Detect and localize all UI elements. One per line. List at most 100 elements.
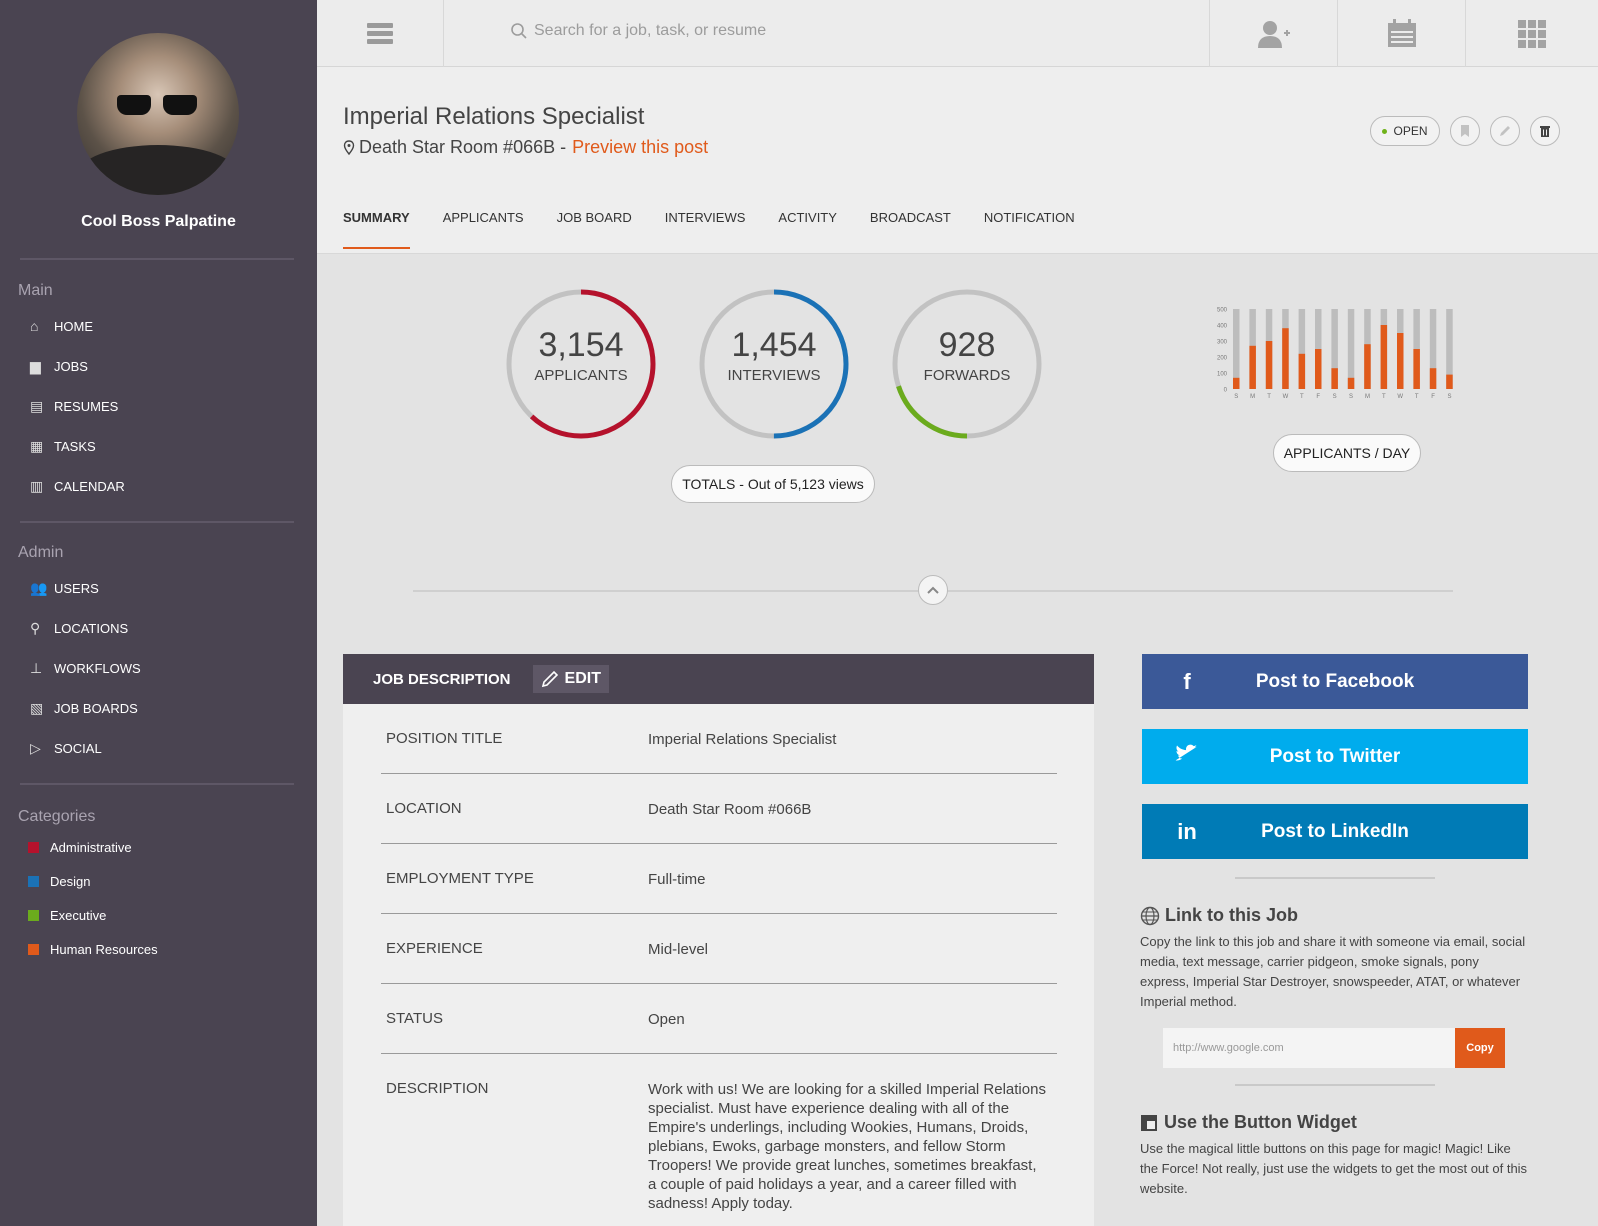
row-value: Death Star Room #066B [648, 801, 812, 818]
bar-value [1233, 377, 1240, 389]
search-bar [510, 22, 954, 40]
tab-job-board[interactable]: JOB BOARD [557, 210, 632, 239]
sidebar: Cool Boss Palpatine Main ⌂ HOME ▆ JOBS ▤ RE… [0, 0, 317, 1226]
link-to-job-title: Link to this Job [1165, 905, 1298, 925]
sidebar-item-label: WORKFLOWS [54, 660, 141, 676]
category-executive[interactable]: Executive [28, 908, 106, 923]
pencil-icon [1500, 126, 1510, 136]
interviews-stat[interactable]: 1,454 INTERVIEWS [698, 288, 850, 440]
tab-broadcast[interactable]: BROADCAST [870, 210, 951, 239]
sidebar-item-label: TASKS [54, 438, 96, 454]
sidebar-divider [20, 521, 294, 523]
section-divider [1235, 1084, 1435, 1086]
row-value: Mid-level [648, 941, 709, 958]
sidebar-item-social[interactable]: ▷ SOCIAL [30, 738, 102, 758]
add-user-icon [1257, 20, 1290, 48]
bookmark-icon [1461, 125, 1469, 137]
copy-button[interactable]: Copy [1455, 1028, 1505, 1068]
preview-post-link[interactable]: Preview this post [572, 137, 708, 158]
sidebar-item-jobs[interactable]: ▆ JOBS [30, 356, 88, 376]
x-tick-label: T [1300, 394, 1304, 400]
bar-value [1265, 341, 1273, 389]
search-input[interactable] [534, 22, 954, 40]
search-icon [511, 23, 527, 39]
menu-button[interactable] [317, 0, 444, 67]
linkedin-icon: in [1177, 818, 1197, 844]
applicants-stat[interactable]: 3,154 APPLICANTS [505, 288, 657, 440]
interviews-label: INTERVIEWS [727, 367, 821, 384]
category-administrative[interactable]: Administrative [28, 840, 132, 855]
interviews-count: 1,454 [731, 326, 817, 364]
category-swatch [28, 910, 39, 921]
tab-notification[interactable]: NOTIFICATION [984, 210, 1075, 239]
edit-description-button[interactable]: EDIT [532, 665, 609, 693]
table-row: STATUS Open [381, 984, 1057, 1054]
sidebar-item-resumes[interactable]: ▤ RESUMES [30, 396, 118, 416]
forwards-stat[interactable]: 928 FORWARDS [891, 288, 1043, 440]
sidebar-item-home[interactable]: ⌂ HOME [30, 316, 93, 336]
totals-badge[interactable]: TOTALS - Out of 5,123 views [671, 465, 875, 503]
post-to-facebook-button[interactable]: f Post to Facebook [1142, 654, 1528, 709]
y-tick-label: 400 [1217, 324, 1228, 330]
apps-grid-button[interactable] [1465, 0, 1598, 67]
table-row: EMPLOYMENT TYPE Full-time [381, 844, 1057, 914]
y-tick-label: 0 [1224, 388, 1228, 394]
edit-button[interactable] [1490, 116, 1520, 146]
tab-applicants[interactable]: APPLICANTS [443, 210, 524, 239]
applicants-per-day-badge[interactable]: APPLICANTS / DAY [1273, 434, 1421, 472]
post-to-linkedin-button[interactable]: in Post to LinkedIn [1142, 804, 1528, 859]
x-tick-label: W [1283, 394, 1289, 400]
sidebar-item-label: JOBS [54, 358, 88, 374]
sidebar-item-calendar[interactable]: ▥ CALENDAR [30, 476, 125, 496]
chevron-up-icon [927, 586, 939, 594]
row-key: POSITION TITLE [386, 730, 503, 747]
sidebar-divider [20, 783, 294, 785]
sidebar-item-label: RESUMES [54, 398, 119, 414]
button-widget-title: Use the Button Widget [1164, 1112, 1357, 1132]
calendar-button[interactable] [1337, 0, 1465, 67]
x-tick-label: F [1431, 394, 1435, 400]
tab-activity[interactable]: ACTIVITY [778, 210, 837, 239]
user-name[interactable]: Cool Boss Palpatine [0, 213, 317, 231]
sidebar-item-label: LOCATIONS [54, 620, 129, 636]
add-user-button[interactable] [1209, 0, 1337, 67]
job-boards-icon: ▧ [30, 699, 44, 716]
sidebar-item-users[interactable]: 👥 USERS [30, 578, 99, 598]
section-divider [1235, 877, 1435, 879]
sidebar-heading-main: Main [18, 282, 53, 299]
job-link-input[interactable] [1163, 1028, 1455, 1068]
x-tick-label: S [1447, 394, 1451, 400]
sidebar-item-workflows[interactable]: ⊥ WORKFLOWS [30, 658, 141, 678]
category-human-resources[interactable]: Human Resources [28, 942, 158, 957]
collapse-button[interactable] [918, 575, 948, 605]
bar-total [1347, 309, 1355, 389]
category-design[interactable]: Design [28, 874, 90, 889]
sidebar-item-tasks[interactable]: ▦ TASKS [30, 436, 96, 456]
x-tick-label: M [1250, 394, 1255, 400]
row-value: Work with us! We are looking for a skill… [648, 1081, 1046, 1212]
category-label: Design [50, 874, 91, 889]
applicants-count: 3,154 [538, 326, 624, 364]
twitter-label: Post to Twitter [1269, 745, 1401, 767]
sidebar-item-locations[interactable]: ⚲ LOCATIONS [30, 618, 128, 638]
post-to-twitter-button[interactable]: Post to Twitter [1142, 729, 1528, 784]
job-description-card: JOB DESCRIPTION EDIT POSITION TITLE Imper… [343, 654, 1094, 1226]
bookmark-button[interactable] [1450, 116, 1480, 146]
bar-value [1315, 349, 1322, 389]
sidebar-item-job-boards[interactable]: ▧ JOB BOARDS [30, 698, 138, 718]
tab-interviews[interactable]: INTERVIEWS [665, 210, 746, 239]
twitter-icon [1142, 744, 1232, 770]
topbar [317, 0, 1598, 67]
job-location: Death Star Room #066B - [359, 137, 567, 157]
table-row: EXPERIENCE Mid-level [381, 914, 1057, 984]
tab-summary[interactable]: SUMMARY [343, 210, 410, 249]
pencil-icon [541, 670, 558, 688]
bar-value [1331, 368, 1338, 389]
status-label: OPEN [1393, 124, 1428, 138]
x-tick-label: W [1397, 394, 1403, 400]
avatar[interactable] [77, 33, 239, 195]
status-badge[interactable]: OPEN [1370, 116, 1440, 146]
table-row: DESCRIPTION Work with us! We are looking … [381, 1054, 1057, 1226]
delete-button[interactable] [1530, 116, 1560, 146]
bar-value [1347, 377, 1355, 389]
